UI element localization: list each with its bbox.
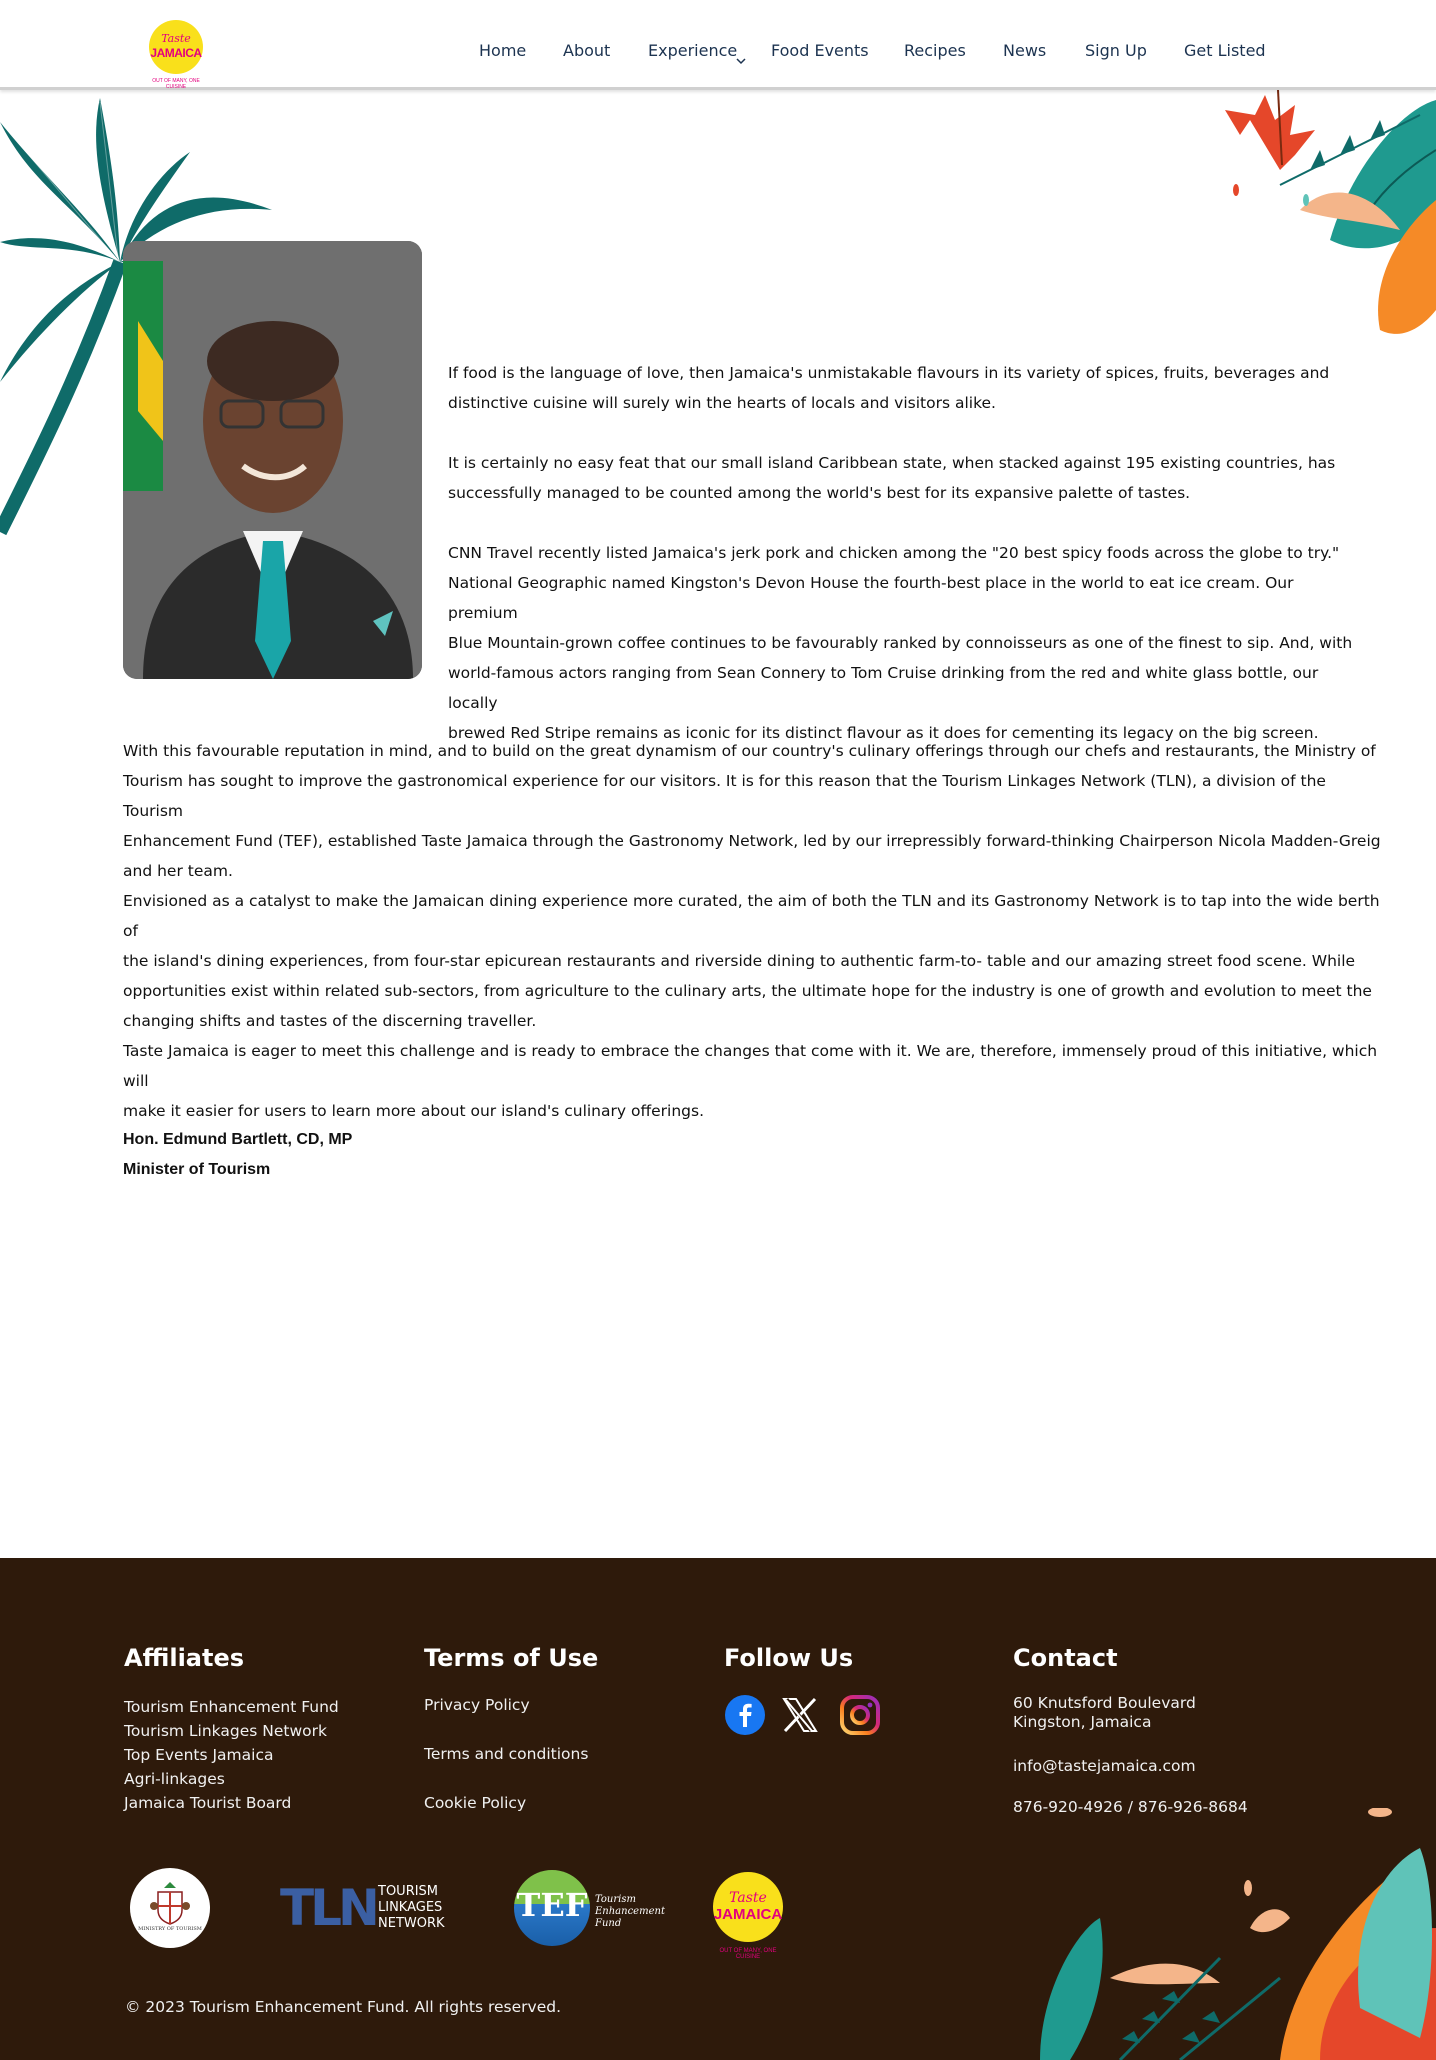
contact-address-line1: 60 Knutsford Boulevard — [1013, 1694, 1196, 1712]
tln-word: NETWORK — [378, 1916, 445, 1931]
body-paragraph-1: With this favourable reputation in mind,… — [123, 736, 1383, 886]
coat-of-arms-icon — [150, 1882, 190, 1925]
tropical-leaves-illustration — [1225, 90, 1436, 334]
main-nav: Home About Experience Food Events Recipe… — [0, 41, 1436, 63]
text-line: and her team. — [123, 862, 233, 880]
intro-paragraph-1: If food is the language of love, then Ja… — [448, 358, 1368, 418]
text-line: Enhancement Fund (TEF), established Tast… — [123, 832, 1381, 850]
facebook-icon[interactable] — [724, 1694, 766, 1736]
tln-mark: TLN — [280, 1879, 380, 1937]
text-line: With this favourable reputation in mind,… — [123, 742, 1376, 760]
minister-portrait — [123, 241, 422, 679]
nav-about[interactable]: About — [563, 41, 610, 60]
tln-logo[interactable]: TLN TOURISM LINKAGES NETWORK — [280, 1880, 460, 1936]
link-tourism-enhancement-fund[interactable]: Tourism Enhancement Fund — [124, 1698, 339, 1716]
copyright-text: © 2023 Tourism Enhancement Fund. All rig… — [125, 1998, 562, 2016]
ministry-logo-text: MINISTRY OF TOURISM — [138, 1926, 202, 1932]
affiliates-heading: Affiliates — [124, 1644, 245, 1672]
text-line: world-famous actors ranging from Sean Co… — [448, 664, 1319, 712]
link-privacy-policy[interactable]: Privacy Policy — [424, 1696, 530, 1714]
nav-home[interactable]: Home — [479, 41, 526, 60]
link-agri-linkages[interactable]: Agri-linkages — [124, 1770, 225, 1788]
tef-word: Fund — [595, 1918, 622, 1929]
text-line: Taste Jamaica is eager to meet this chal… — [123, 1042, 1378, 1090]
chevron-down-icon[interactable] — [736, 56, 746, 66]
instagram-icon[interactable] — [839, 1694, 881, 1736]
text-line: opportunities exist within related sub-s… — [123, 982, 1372, 1000]
signature-name: Hon. Edmund Bartlett, CD, MP — [123, 1131, 353, 1148]
nav-get-listed[interactable]: Get Listed — [1184, 41, 1266, 60]
footer-tropical-leaves — [1040, 1808, 1436, 2060]
nav-recipes[interactable]: Recipes — [904, 41, 966, 60]
text-line: make it easier for users to learn more a… — [123, 1102, 705, 1120]
link-jamaica-tourist-board[interactable]: Jamaica Tourist Board — [124, 1794, 291, 1812]
contact-heading: Contact — [1013, 1644, 1118, 1672]
text-line: Tourism has sought to improve the gastro… — [123, 772, 1326, 820]
logo-tagline: OUT OF MANY, ONE CUISINE — [152, 78, 200, 90]
link-terms-and-conditions[interactable]: Terms and conditions — [424, 1745, 588, 1763]
text-line: Blue Mountain-grown coffee continues to … — [448, 634, 1353, 652]
body-paragraph-2: Envisioned as a catalyst to make the Jam… — [123, 886, 1383, 1036]
nav-food-events[interactable]: Food Events — [771, 41, 869, 60]
link-top-events-jamaica[interactable]: Top Events Jamaica — [124, 1746, 273, 1764]
body-paragraph-3: Taste Jamaica is eager to meet this chal… — [123, 1036, 1393, 1126]
tln-wordmark: TOURISM LINKAGES NETWORK — [378, 1884, 445, 1932]
nav-sign-up[interactable]: Sign Up — [1085, 41, 1147, 60]
text-line: If food is the language of love, then Ja… — [448, 364, 1330, 382]
contact-phone[interactable]: 876-920-4926 / 876-926-8684 — [1013, 1798, 1248, 1816]
text-line: CNN Travel recently listed Jamaica's jer… — [448, 544, 1340, 562]
terms-heading: Terms of Use — [424, 1644, 599, 1672]
site-header: Taste JAMAICA OUT OF MANY, ONE CUISINE H… — [0, 0, 1436, 90]
text-line: changing shifts and tastes of the discer… — [123, 1012, 537, 1030]
text-line: National Geographic named Kingston's Dev… — [448, 574, 1294, 622]
logo-tagline: OUT OF MANY, ONE CUISINE — [719, 1948, 777, 1960]
text-line: Envisioned as a catalyst to make the Jam… — [123, 892, 1380, 940]
logo-jamaica-text: JAMAICA — [713, 1906, 783, 1923]
tln-word: TOURISM — [378, 1884, 439, 1899]
contact-email-link[interactable]: info@tastejamaica.com — [1013, 1757, 1196, 1775]
nav-news[interactable]: News — [1003, 41, 1046, 60]
text-line: the island's dining experiences, from fo… — [123, 952, 1356, 970]
nav-experience[interactable]: Experience — [648, 41, 737, 60]
tef-word: Tourism — [595, 1894, 636, 1905]
tef-word: Enhancement — [595, 1906, 665, 1917]
link-cookie-policy[interactable]: Cookie Policy — [424, 1794, 526, 1812]
logo-taste-text: Taste — [729, 1890, 767, 1906]
footer-taste-jamaica-logo[interactable]: Taste JAMAICA OUT OF MANY, ONE CUISINE — [710, 1872, 786, 1962]
portrait-image — [123, 241, 422, 679]
intro-paragraph-2: It is certainly no easy feat that our sm… — [448, 448, 1368, 508]
x-twitter-icon[interactable] — [781, 1696, 819, 1734]
ministry-of-tourism-logo[interactable]: MINISTRY OF TOURISM — [130, 1868, 210, 1948]
tef-mark: TEF — [516, 1886, 588, 1924]
text-line: successfully managed to be counted among… — [448, 484, 1191, 502]
intro-paragraph-3: CNN Travel recently listed Jamaica's jer… — [448, 538, 1368, 748]
text-line: It is certainly no easy feat that our sm… — [448, 454, 1336, 472]
site-footer: Affiliates Tourism Enhancement Fund Tour… — [0, 1558, 1436, 2060]
tef-logo[interactable]: TEF Tourism Enhancement Fund — [514, 1870, 665, 1946]
text-line: distinctive cuisine will surely win the … — [448, 394, 996, 412]
follow-heading: Follow Us — [724, 1644, 854, 1672]
signature-title: Minister of Tourism — [123, 1161, 271, 1178]
link-tourism-linkages-network[interactable]: Tourism Linkages Network — [124, 1722, 327, 1740]
tln-word: LINKAGES — [378, 1900, 443, 1915]
tef-wordmark: Tourism Enhancement Fund — [595, 1894, 665, 1930]
contact-address-line2: Kingston, Jamaica — [1013, 1713, 1152, 1731]
